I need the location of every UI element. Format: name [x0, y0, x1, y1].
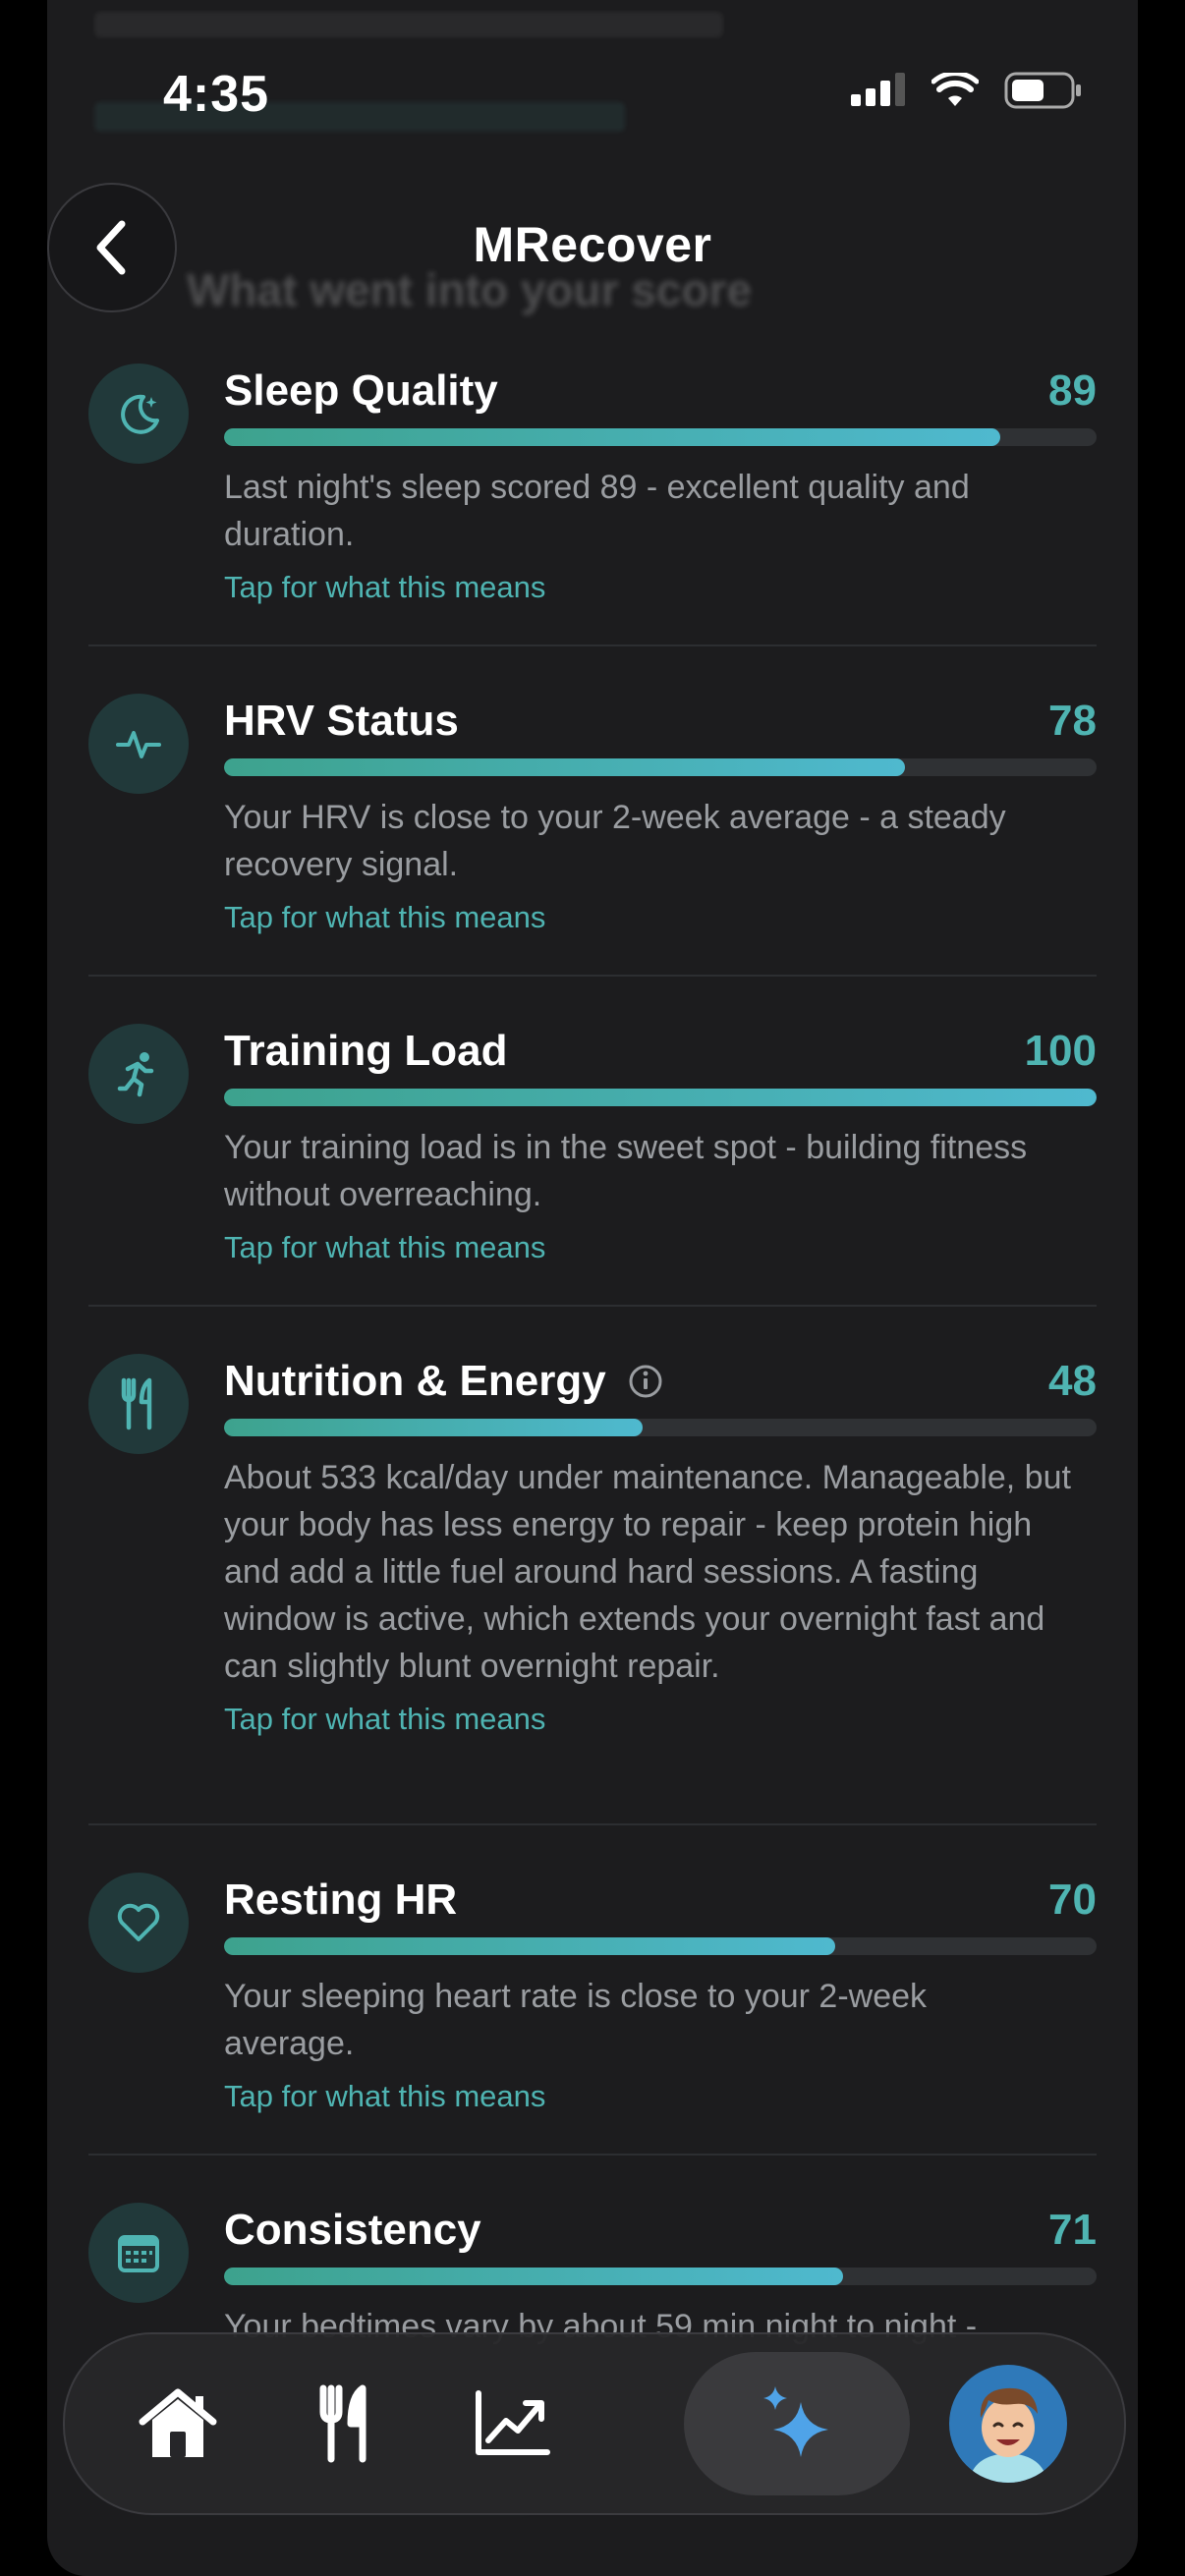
metric-description: Your training load is in the sweet spot …: [224, 1129, 1028, 1213]
fork-knife-icon: [319, 2384, 367, 2463]
progress-bar: [224, 758, 1097, 776]
tab-bar: [63, 2332, 1126, 2515]
info-icon[interactable]: [628, 1364, 663, 1399]
explain-link[interactable]: Tap for what this means: [224, 900, 1097, 935]
chart-icon: [476, 2390, 550, 2455]
calendar-icon: [88, 2203, 189, 2303]
divider: [88, 1305, 1097, 1307]
progress-fill: [224, 1937, 835, 1955]
section-title: What went into your score: [187, 264, 753, 315]
explain-link[interactable]: Tap for what this means: [224, 570, 1097, 605]
ghost-text-top: [94, 12, 723, 37]
heartbeat-icon: [88, 694, 189, 794]
metric-score: 48: [1048, 1357, 1097, 1405]
progress-fill: [224, 2268, 844, 2285]
divider: [88, 2154, 1097, 2156]
wifi-icon: [931, 73, 979, 106]
running-icon: [88, 1024, 189, 1124]
metric-title: Resting HR: [224, 1876, 458, 1924]
metric-score: 100: [1024, 1027, 1097, 1075]
metric-score: 89: [1048, 366, 1097, 415]
metric-score: 71: [1048, 2206, 1097, 2254]
progress-bar: [224, 1089, 1097, 1106]
moon-icon: [88, 364, 189, 464]
tab-profile[interactable]: [930, 2352, 1087, 2495]
tab-nutrition[interactable]: [271, 2352, 419, 2495]
metric-title: Consistency: [224, 2206, 481, 2254]
progress-bar: [224, 1937, 1097, 1955]
sparkles-icon: [763, 2386, 828, 2457]
tab-ai-coach[interactable]: [684, 2352, 910, 2495]
explain-link[interactable]: Tap for what this means: [224, 1702, 1097, 1737]
divider: [88, 1823, 1097, 1825]
progress-fill: [224, 1419, 644, 1436]
metric-title-wrap: Nutrition & Energy: [224, 1357, 663, 1406]
tab-trends[interactable]: [438, 2352, 586, 2495]
metric-description: Your sleeping heart rate is close to you…: [224, 1978, 928, 2062]
explain-link[interactable]: Tap for what this means: [224, 2079, 1097, 2114]
metric-title: Nutrition & Energy: [224, 1357, 606, 1405]
heart-icon: [88, 1873, 189, 1973]
metric-title: HRV Status: [224, 697, 459, 745]
progress-fill: [224, 428, 1001, 446]
home-icon: [139, 2388, 217, 2457]
metric-description: Your HRV is close to your 2-week average…: [224, 799, 1006, 883]
tab-home[interactable]: [104, 2352, 252, 2495]
metric-title: Training Load: [224, 1027, 508, 1075]
status-time: 4:35: [163, 66, 270, 123]
progress-bar: [224, 1419, 1097, 1436]
explain-link[interactable]: Tap for what this means: [224, 1230, 1097, 1265]
status-icons: [851, 71, 1083, 110]
fork-knife-icon: [88, 1354, 189, 1454]
metric-score: 70: [1048, 1876, 1097, 1924]
progress-fill: [224, 1089, 1097, 1106]
progress-bar: [224, 2268, 1097, 2285]
battery-icon: [1004, 72, 1081, 109]
progress-fill: [224, 758, 905, 776]
cellular-icon: [851, 73, 905, 106]
metric-description: About 533 kcal/day under maintenance. Ma…: [224, 1459, 1071, 1685]
avatar: [949, 2365, 1067, 2483]
divider: [88, 975, 1097, 977]
metric-description: Last night's sleep scored 89 - excellent…: [224, 469, 970, 553]
metric-title: Sleep Quality: [224, 366, 498, 415]
progress-bar: [224, 428, 1097, 446]
metric-score: 78: [1048, 697, 1097, 745]
divider: [88, 644, 1097, 646]
